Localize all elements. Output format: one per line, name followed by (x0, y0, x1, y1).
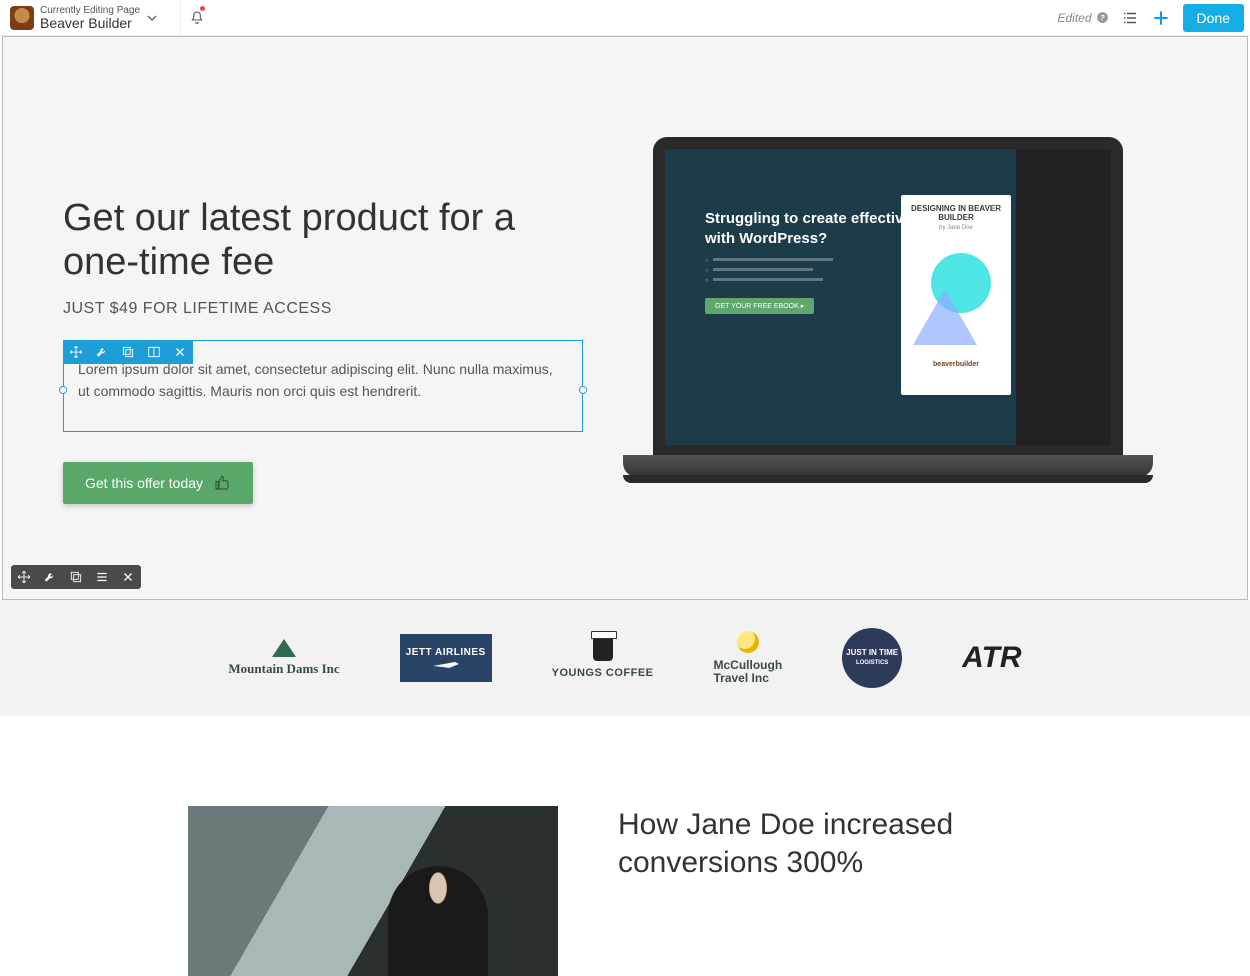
logo-mountain-dams: Mountain Dams Inc (228, 639, 339, 677)
wrench-icon (43, 570, 57, 584)
logo-jett-airlines: JETT AIRLINES (400, 634, 492, 682)
notifications-button[interactable] (180, 0, 212, 36)
module-move-handle[interactable] (63, 340, 89, 364)
logo-label: Mountain Dams Inc (228, 661, 339, 677)
svg-text:?: ? (1100, 13, 1105, 22)
laptop-base (623, 455, 1153, 477)
testimonial-row: How Jane Doe increased conversions 300% (0, 716, 1250, 976)
row-toolbar (11, 565, 141, 589)
move-icon (69, 345, 83, 359)
logo-label-top: JUST IN TIME (846, 648, 898, 657)
hero-subheading[interactable]: JUST $49 FOR LIFETIME ACCESS (63, 300, 583, 318)
laptop-ebook-card: DESIGNING IN BEAVER BUILDER by Jane Doe … (901, 195, 1011, 395)
ebook-byline: by Jane Doe (909, 225, 1003, 231)
duplicate-icon (69, 570, 83, 584)
logo-label-bot: LOGISTICS (856, 660, 888, 666)
ebook-art (909, 245, 1003, 355)
module-settings-button[interactable] (89, 340, 115, 364)
beaver-builder-logo-icon (10, 6, 34, 30)
logo-label-top: McCullough (714, 658, 783, 672)
ebook-title: DESIGNING IN BEAVER BUILDER (909, 205, 1003, 223)
duplicate-icon (121, 345, 135, 359)
page-title: Beaver Builder (40, 16, 140, 30)
outline-icon (1121, 9, 1139, 27)
plane-icon (431, 658, 461, 670)
editing-context-label: Currently Editing Page (40, 6, 140, 16)
list-icon (95, 570, 109, 584)
edited-status: Edited ? (1058, 11, 1109, 25)
row-columns-button[interactable] (89, 565, 115, 589)
topbar-right: Edited ? Done (1058, 4, 1245, 32)
editor-canvas[interactable]: Get our latest product for a one-time fe… (2, 36, 1248, 600)
module-duplicate-button[interactable] (115, 340, 141, 364)
columns-icon (147, 345, 161, 359)
testimonial-heading[interactable]: How Jane Doe increased conversions 300% (618, 806, 1038, 881)
logo-label: YOUNGS COFFEE (552, 667, 654, 679)
plus-icon (1151, 8, 1171, 28)
laptop-mockup: Struggling to create effective designs w… (623, 137, 1153, 497)
topbar-left: Currently Editing Page Beaver Builder (6, 0, 212, 36)
outline-panel-button[interactable] (1121, 9, 1139, 27)
add-content-button[interactable] (1151, 8, 1171, 28)
close-icon (122, 571, 134, 583)
done-button[interactable]: Done (1183, 4, 1244, 32)
laptop-foot (623, 475, 1153, 483)
notification-dot-icon (200, 6, 205, 11)
logo-label-bot: Travel Inc (714, 671, 769, 685)
close-icon (174, 346, 186, 358)
logo-mccullough-travel: McCulloughTravel Inc (714, 631, 783, 685)
hero-heading[interactable]: Get our latest product for a one-time fe… (63, 197, 583, 284)
edited-label: Edited (1058, 11, 1092, 25)
mountain-icon (272, 639, 296, 657)
move-icon (17, 570, 31, 584)
row-remove-button[interactable] (115, 565, 141, 589)
laptop-side-panel (1016, 149, 1111, 445)
row-settings-button[interactable] (37, 565, 63, 589)
text-module-selected[interactable]: Lorem ipsum dolor sit amet, consectetur … (63, 340, 583, 431)
testimonial-photo (188, 806, 558, 976)
resize-handle-right[interactable] (579, 386, 587, 394)
logo-atr: ATR (962, 641, 1021, 675)
logo-youngs-coffee: YOUNGS COFFEE (552, 637, 654, 679)
row-move-handle[interactable] (11, 565, 37, 589)
resize-handle-left[interactable] (59, 386, 67, 394)
client-logos-row: Mountain Dams Inc JETT AIRLINES YOUNGS C… (0, 600, 1250, 716)
hero-row: Get our latest product for a one-time fe… (3, 37, 1247, 504)
globe-icon (737, 631, 759, 653)
hero-cta-button[interactable]: Get this offer today (63, 462, 253, 504)
help-icon[interactable]: ? (1096, 11, 1109, 24)
logo-label: JETT AIRLINES (406, 647, 486, 658)
laptop-screen: Struggling to create effective designs w… (665, 149, 1111, 445)
module-column-button[interactable] (141, 340, 167, 364)
cta-label: Get this offer today (85, 475, 203, 491)
page-title-group[interactable]: Currently Editing Page Beaver Builder (40, 6, 140, 30)
wrench-icon (95, 345, 109, 359)
editor-topbar: Currently Editing Page Beaver Builder Ed… (0, 0, 1250, 36)
row-duplicate-button[interactable] (63, 565, 89, 589)
coffee-cup-icon (593, 637, 613, 661)
hero-left-column: Get our latest product for a one-time fe… (63, 97, 583, 504)
chevron-down-icon (146, 12, 158, 24)
thumbs-up-icon (213, 474, 231, 492)
module-remove-button[interactable] (167, 340, 193, 364)
ebook-logo: beaverbuilder (909, 361, 1003, 368)
laptop-screen-bezel: Struggling to create effective designs w… (653, 137, 1123, 457)
bell-icon (189, 10, 205, 26)
module-toolbar (63, 340, 193, 364)
page-dropdown-chevron[interactable] (146, 12, 174, 24)
logo-just-in-time: JUST IN TIME LOGISTICS (842, 628, 902, 688)
laptop-cta: GET YOUR FREE EBOOK ▸ (705, 298, 814, 314)
hero-paragraph[interactable]: Lorem ipsum dolor sit amet, consectetur … (78, 359, 568, 402)
